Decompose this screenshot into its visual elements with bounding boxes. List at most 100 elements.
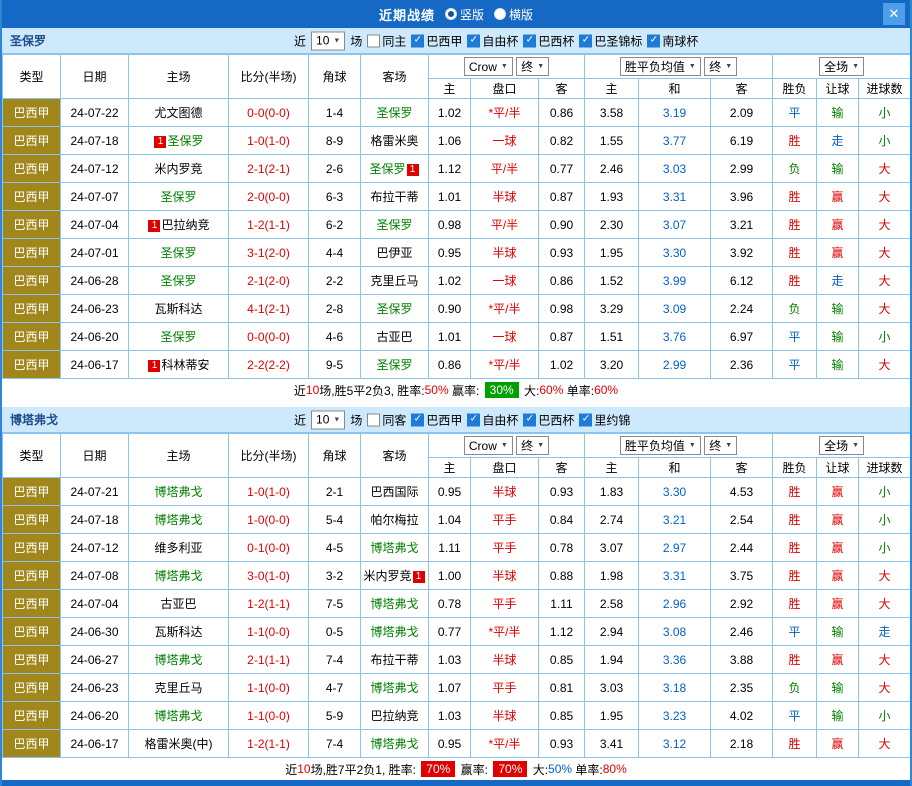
europe-odds-select[interactable]: 胜平负均值▼ [620, 436, 701, 455]
handicap-result-cell: 走 [817, 267, 859, 295]
goals-result-cell: 大 [859, 674, 911, 702]
league-checkbox[interactable]: ✓里约锦 [579, 411, 630, 428]
same-venue-checkbox[interactable]: 同主 [367, 32, 406, 49]
team-text: 帕尔梅拉 [370, 513, 418, 527]
corner-cell: 0-5 [309, 618, 361, 646]
europe-time-select[interactable]: 终▼ [704, 436, 737, 455]
table-row: 巴西甲24-07-01圣保罗3-1(2-0)4-4巴伊亚0.95半球0.931.… [3, 239, 911, 267]
league-checkbox[interactable]: ✓自由杯 [467, 411, 518, 428]
league-checkbox[interactable]: ✓南球杯 [647, 32, 698, 49]
fulltime-select[interactable]: 全场▼ [819, 436, 864, 455]
goals-result-cell: 小 [859, 534, 911, 562]
fulltime-select[interactable]: 全场▼ [819, 57, 864, 76]
europe-draw-odds: 3.76 [639, 323, 711, 351]
league-cell: 巴西甲 [3, 646, 61, 674]
europe-home-odds: 1.55 [585, 127, 639, 155]
team-text: 维多利亚 [154, 541, 202, 555]
odds-company-select[interactable]: Crow▼ [464, 436, 513, 455]
asia-handicap: 半球 [471, 239, 539, 267]
date-cell: 24-07-04 [61, 590, 129, 618]
asia-home-odds: 1.07 [429, 674, 471, 702]
asia-away-odds: 0.81 [539, 674, 585, 702]
date-cell: 24-07-18 [61, 127, 129, 155]
team-text: 瓦斯科达 [154, 302, 202, 316]
chevron-down-icon: ▼ [852, 442, 859, 449]
chevron-down-icon: ▼ [537, 442, 544, 449]
subcol-handicap-result: 让球 [817, 458, 859, 478]
league-cell: 巴西甲 [3, 323, 61, 351]
summary-segment: 场,胜7平2负1, 胜率: [311, 761, 420, 778]
away-team-cell: 巴西国际 [361, 478, 429, 506]
score-cell: 3-0(1-0) [229, 562, 309, 590]
subcol-asia-away: 客 [539, 79, 585, 99]
team-text: 科林蒂安 [161, 358, 209, 372]
team-text: 圣保罗 [160, 330, 196, 344]
summary-segment: 近 [285, 761, 297, 778]
red-card-badge: 1 [154, 136, 166, 148]
asia-away-odds: 0.93 [539, 730, 585, 758]
asia-handicap: 一球 [471, 267, 539, 295]
league-checkbox[interactable]: ✓巴西甲 [411, 411, 462, 428]
panel-header: 博塔弗戈 近 10 ▼ 场 同客 ✓巴西甲✓自由杯✓巴西杯✓里约锦 [2, 407, 910, 433]
league-cell: 巴西甲 [3, 562, 61, 590]
asia-home-odds: 0.95 [429, 239, 471, 267]
same-venue-checkbox[interactable]: 同客 [367, 411, 406, 428]
summary-segment: 80% [603, 762, 627, 776]
date-cell: 24-06-17 [61, 730, 129, 758]
goals-result-cell: 大 [859, 155, 911, 183]
europe-draw-odds: 3.31 [639, 562, 711, 590]
chevron-down-icon: ▼ [333, 37, 340, 44]
checkbox-unchecked-icon [367, 413, 380, 426]
corner-cell: 2-1 [309, 478, 361, 506]
radio-unselected-icon [494, 8, 506, 20]
result-cell: 负 [773, 295, 817, 323]
home-team-cell: 瓦斯科达 [129, 295, 229, 323]
europe-draw-odds: 3.99 [639, 267, 711, 295]
europe-home-odds: 1.93 [585, 183, 639, 211]
asia-handicap: *平/半 [471, 618, 539, 646]
match-count-select[interactable]: 10 ▼ [311, 31, 345, 50]
team-text: 古亚巴 [376, 330, 412, 344]
europe-draw-odds: 3.07 [639, 211, 711, 239]
europe-home-odds: 3.41 [585, 730, 639, 758]
league-checkbox[interactable]: ✓巴西杯 [523, 411, 574, 428]
goals-result-cell: 小 [859, 478, 911, 506]
layout-vertical-radio[interactable]: 竖版 [445, 6, 484, 23]
score-cell: 1-1(0-0) [229, 702, 309, 730]
league-checkbox[interactable]: ✓巴圣锦标 [579, 32, 642, 49]
away-team-cell: 博塔弗戈 [361, 534, 429, 562]
europe-time-select[interactable]: 终▼ [704, 57, 737, 76]
asian-odds-group: Crow▼ 终▼ [429, 434, 585, 458]
asia-away-odds: 1.11 [539, 590, 585, 618]
team-text: 布拉干蒂 [370, 653, 418, 667]
home-team-cell: 博塔弗戈 [129, 506, 229, 534]
asian-time-select[interactable]: 终▼ [516, 57, 549, 76]
europe-away-odds: 3.21 [711, 211, 773, 239]
select-value: 10 [316, 413, 329, 427]
europe-odds-select[interactable]: 胜平负均值▼ [620, 57, 701, 76]
goals-result-cell: 小 [859, 702, 911, 730]
league-checkbox[interactable]: ✓自由杯 [467, 32, 518, 49]
asia-away-odds: 0.87 [539, 323, 585, 351]
odds-company-select[interactable]: Crow▼ [464, 57, 513, 76]
asian-time-select[interactable]: 终▼ [516, 436, 549, 455]
asia-away-odds: 0.84 [539, 506, 585, 534]
team-text: 瓦斯科达 [154, 625, 202, 639]
europe-home-odds: 3.03 [585, 674, 639, 702]
handicap-result-cell: 输 [817, 99, 859, 127]
table-row: 巴西甲24-06-27博塔弗戈2-1(1-1)7-4布拉干蒂1.03半球0.85… [3, 646, 911, 674]
league-checkbox[interactable]: ✓巴西甲 [411, 32, 462, 49]
match-count-select[interactable]: 10 ▼ [311, 410, 345, 429]
home-team-cell: 瓦斯科达 [129, 618, 229, 646]
europe-draw-odds: 3.21 [639, 506, 711, 534]
league-checkbox[interactable]: ✓巴西杯 [523, 32, 574, 49]
date-cell: 24-06-17 [61, 351, 129, 379]
subcol-eu-away: 客 [711, 79, 773, 99]
table-row: 巴西甲24-06-171科林蒂安2-2(2-2)9-5圣保罗0.86*平/半1.… [3, 351, 911, 379]
layout-horizontal-radio[interactable]: 横版 [494, 6, 533, 23]
close-button[interactable]: ✕ [883, 3, 905, 25]
europe-away-odds: 2.18 [711, 730, 773, 758]
europe-draw-odds: 3.36 [639, 646, 711, 674]
subcol-handicap: 盘口 [471, 458, 539, 478]
asia-home-odds: 1.03 [429, 702, 471, 730]
